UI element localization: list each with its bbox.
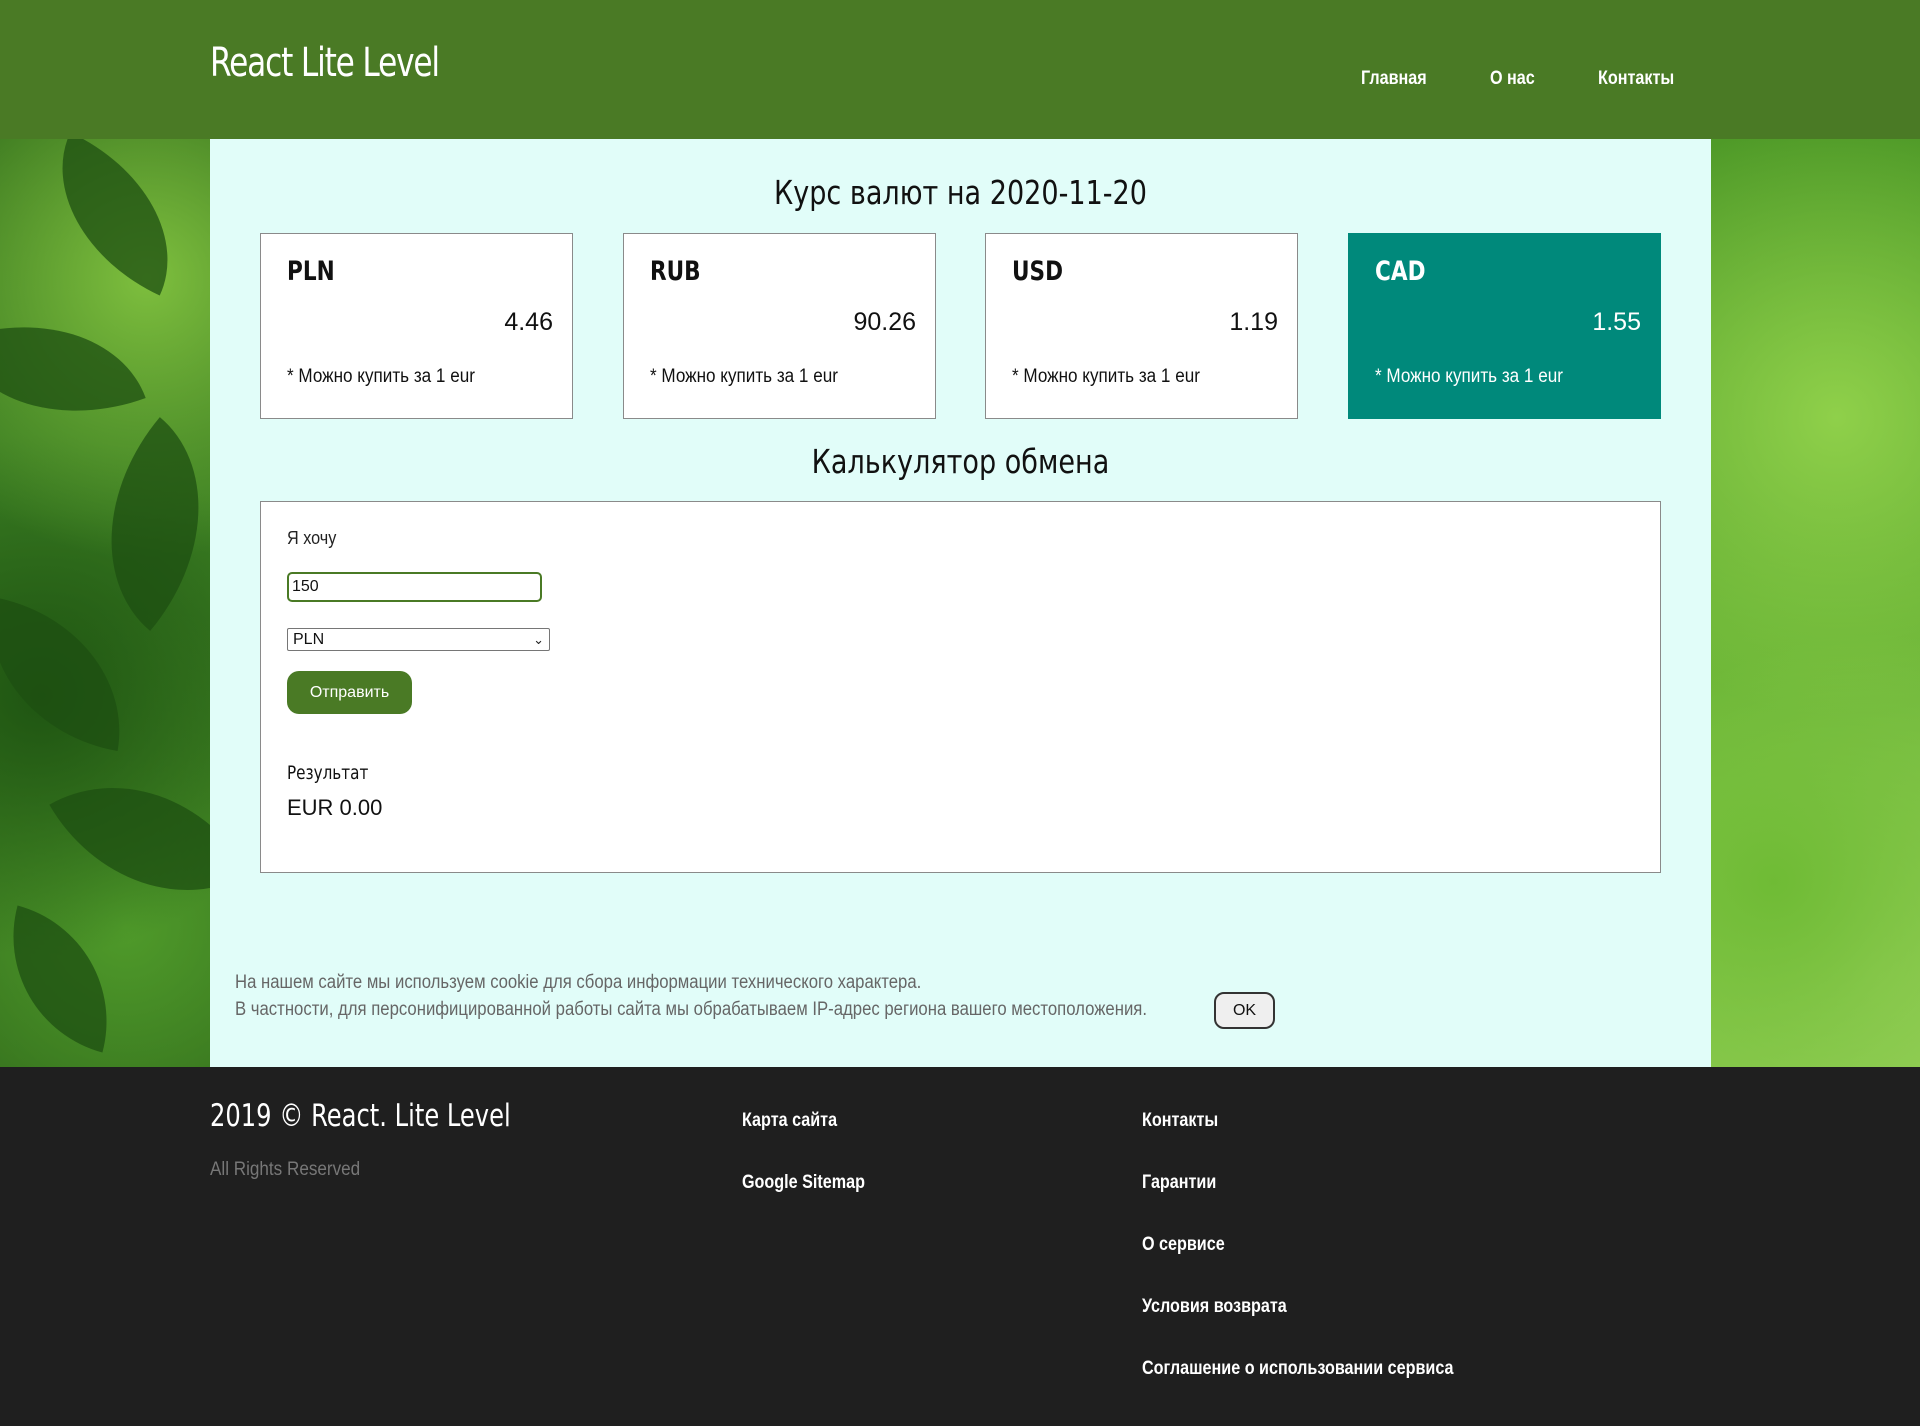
leaves-background-right — [1711, 139, 1920, 1067]
footer-rights: All Rights Reserved — [210, 1159, 361, 1180]
rate-card-value: 4.46 — [504, 308, 553, 336]
currency-select[interactable]: PLN ⌄ — [287, 628, 550, 651]
cookie-notice: На нашем сайте мы используем cookie для … — [235, 969, 1147, 1023]
currency-select-value: PLN — [293, 631, 325, 648]
rate-card-code: CAD — [1375, 256, 1426, 287]
footer-link-guarantees[interactable]: Гарантии — [1142, 1172, 1216, 1194]
footer-link-contacts[interactable]: Контакты — [1142, 1110, 1218, 1132]
footer-link-service-agreement[interactable]: Соглашение о использовании сервиса — [1142, 1358, 1453, 1380]
footer-copyright: 2019 © React. Lite Level — [210, 1098, 511, 1134]
rate-card-cad[interactable]: CAD 1.55 * Можно купить за 1 eur — [1348, 233, 1661, 419]
amount-input[interactable] — [287, 572, 542, 602]
nav-home[interactable]: Главная — [1361, 68, 1427, 90]
want-label: Я хочу — [287, 528, 337, 548]
rate-card-note: * Можно купить за 1 eur — [1375, 366, 1563, 387]
leaves-background-left — [0, 139, 260, 1067]
rate-card-code: RUB — [650, 256, 701, 287]
rate-card-note: * Можно купить за 1 eur — [287, 366, 475, 387]
site-logo[interactable]: React Lite Level — [210, 40, 440, 86]
main-content: Курс валют на 2020-11-20 PLN 4.46 * Можн… — [210, 139, 1711, 1067]
footer-link-google-sitemap[interactable]: Google Sitemap — [742, 1172, 865, 1194]
cookie-notice-line: На нашем сайте мы используем cookie для … — [235, 972, 922, 993]
site-header: React Lite Level Главная О нас Контакты — [0, 0, 1920, 139]
result-label: Результат — [287, 762, 369, 784]
chevron-down-icon: ⌄ — [533, 632, 544, 647]
rate-card-pln[interactable]: PLN 4.46 * Можно купить за 1 eur — [260, 233, 573, 419]
rates-title: Курс валют на 2020-11-20 — [774, 173, 1147, 212]
footer-link-about-service[interactable]: О сервисе — [1142, 1234, 1225, 1256]
rate-card-value: 1.55 — [1592, 308, 1641, 336]
rate-card-code: USD — [1012, 256, 1064, 287]
rate-card-code: PLN — [287, 256, 335, 287]
rate-card-value: 90.26 — [853, 308, 916, 336]
cookie-notice-line: В частности, для персонифицированной раб… — [235, 999, 1147, 1020]
footer-link-sitemap[interactable]: Карта сайта — [742, 1110, 837, 1132]
rate-card-note: * Можно купить за 1 eur — [1012, 366, 1200, 387]
footer-link-refund-terms[interactable]: Условия возврата — [1142, 1296, 1287, 1318]
rate-card-rub[interactable]: RUB 90.26 * Можно купить за 1 eur — [623, 233, 936, 419]
nav-about[interactable]: О нас — [1490, 68, 1535, 90]
rate-card-value: 1.19 — [1229, 308, 1278, 336]
nav-contacts[interactable]: Контакты — [1598, 68, 1674, 90]
rate-card-usd[interactable]: USD 1.19 * Можно купить за 1 eur — [985, 233, 1298, 419]
send-button[interactable]: Отправить — [287, 671, 412, 714]
result-value: EUR 0.00 — [287, 795, 383, 820]
site-footer: 2019 © React. Lite Level All Rights Rese… — [0, 1067, 1920, 1426]
exchange-calculator: Я хочу PLN ⌄ Отправить Результат EUR 0.0… — [260, 501, 1661, 873]
calculator-title: Калькулятор обмена — [811, 442, 1110, 481]
rate-card-note: * Можно купить за 1 eur — [650, 366, 838, 387]
cookie-ok-button[interactable]: OK — [1214, 992, 1275, 1029]
